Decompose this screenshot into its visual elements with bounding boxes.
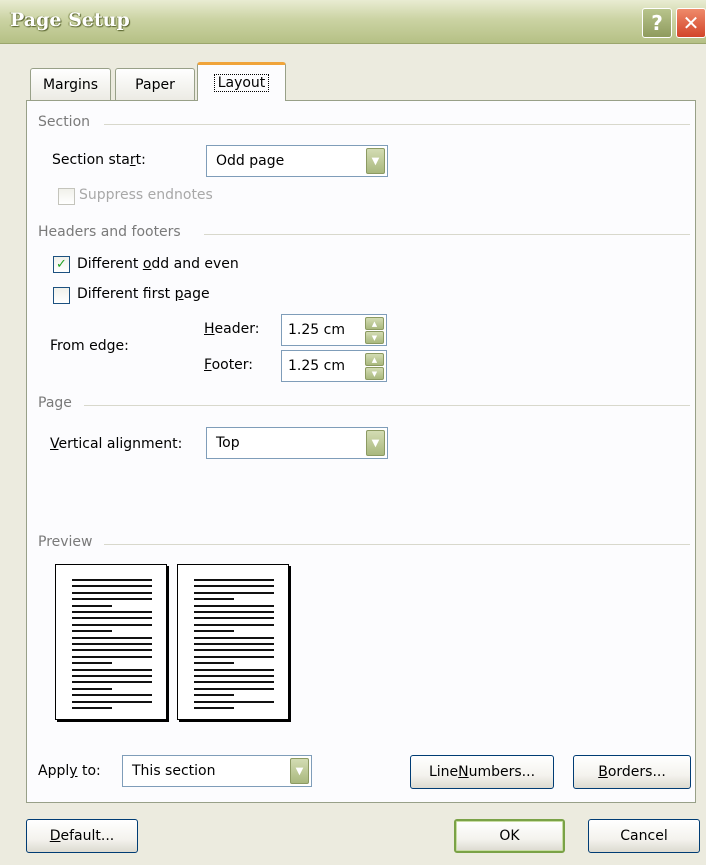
suppress-endnotes-checkbox[interactable] (58, 188, 75, 205)
default-button[interactable]: Default... (26, 819, 138, 853)
triangle-up-icon[interactable]: ▲ (365, 317, 384, 330)
footer-distance-value: 1.25 cm (288, 358, 345, 374)
footer-distance-label: Footer: (204, 357, 254, 373)
header-distance-value: 1.25 cm (288, 322, 345, 338)
from-edge-label: From edge: (50, 338, 129, 354)
preview-text-line (194, 655, 274, 658)
preview-text-line (194, 662, 234, 665)
different-first-page-label: Different first page (77, 286, 210, 302)
section-start-value: Odd page (216, 153, 285, 169)
preview-text-line (72, 655, 152, 658)
preview-text-line (194, 700, 274, 703)
preview-text-line (194, 707, 234, 709)
suppress-endnotes-label: Suppress endnotes (79, 187, 213, 203)
preview-text-line (72, 630, 112, 633)
preview-text-line (72, 687, 112, 690)
section-group-label: Section (38, 114, 91, 130)
different-first-page-checkbox[interactable] (53, 287, 70, 304)
preview-text-line (72, 611, 152, 613)
preview-text-line (194, 623, 274, 626)
checkmark-icon: ✓ (56, 257, 67, 272)
preview-text-line (72, 617, 152, 620)
borders-button[interactable]: Borders... (573, 755, 691, 789)
apply-to-label: Apply to: (38, 763, 101, 779)
page-group-label: Page (38, 395, 72, 411)
preview-text-line (72, 675, 152, 677)
triangle-up-icon[interactable]: ▲ (365, 353, 384, 366)
apply-to-select[interactable]: This section ▼ (122, 755, 312, 787)
preview-text-line (72, 636, 152, 639)
preview-text-line (194, 694, 234, 697)
preview-divider (104, 544, 690, 545)
line-numbers-button[interactable]: Line Numbers... (410, 755, 554, 789)
preview-text-line (72, 649, 152, 652)
preview-text-line (194, 687, 274, 690)
footer-distance-field[interactable]: 1.25 cm ▲ ▼ (281, 350, 387, 382)
headers-footers-group-label: Headers and footers (38, 224, 181, 240)
preview-text-line (72, 604, 112, 607)
preview-text-line (194, 598, 234, 601)
preview-text-line (194, 611, 274, 613)
triangle-down-icon[interactable]: ▼ (365, 367, 384, 380)
preview-text-line (194, 630, 234, 633)
preview-text-line (194, 585, 274, 588)
preview-text-line (194, 579, 274, 581)
preview-text-line (72, 591, 152, 594)
preview-text-line (72, 643, 152, 645)
cancel-button[interactable]: Cancel (588, 819, 700, 853)
preview-page-left (55, 564, 167, 720)
ok-button[interactable]: OK (454, 819, 565, 853)
chevron-down-icon[interactable]: ▼ (290, 758, 309, 784)
apply-to-value: This section (132, 763, 216, 779)
preview-text-line (72, 700, 152, 703)
page-divider (84, 405, 690, 406)
section-start-label: Section start: (52, 152, 146, 168)
preview-text-line (72, 668, 152, 671)
headers-footers-divider (204, 234, 690, 235)
preview-text-line (194, 649, 274, 652)
preview-text-line (194, 591, 274, 594)
preview-page-right (177, 564, 289, 720)
preview-text-line (72, 585, 152, 588)
different-odd-even-label: Different odd and even (77, 256, 239, 272)
header-distance-label: Header: (204, 321, 260, 337)
vertical-alignment-label: Vertical alignment: (50, 436, 183, 452)
preview-text-line (194, 643, 274, 645)
preview-text-line (72, 662, 112, 665)
preview-text-line (72, 623, 152, 626)
preview-text-line (72, 707, 112, 709)
different-odd-even-checkbox[interactable]: ✓ (53, 256, 70, 273)
preview-text-line (194, 668, 274, 671)
preview-text-line (72, 694, 152, 697)
chevron-down-icon[interactable]: ▼ (366, 148, 385, 174)
preview-text-line (72, 598, 152, 601)
preview-group-label: Preview (38, 534, 93, 550)
preview-text-line (194, 675, 274, 677)
header-distance-field[interactable]: 1.25 cm ▲ ▼ (281, 314, 387, 346)
preview-text-line (194, 604, 274, 607)
preview-text-line (72, 681, 152, 684)
vertical-alignment-value: Top (216, 435, 240, 451)
section-start-select[interactable]: Odd page ▼ (206, 145, 388, 177)
preview-text-line (194, 636, 274, 639)
preview-text-line (194, 617, 274, 620)
vertical-alignment-select[interactable]: Top ▼ (206, 427, 388, 459)
preview-text-line (194, 681, 274, 684)
triangle-down-icon[interactable]: ▼ (365, 331, 384, 344)
preview-text-line (72, 579, 152, 581)
section-divider (104, 124, 690, 125)
chevron-down-icon[interactable]: ▼ (366, 430, 385, 456)
